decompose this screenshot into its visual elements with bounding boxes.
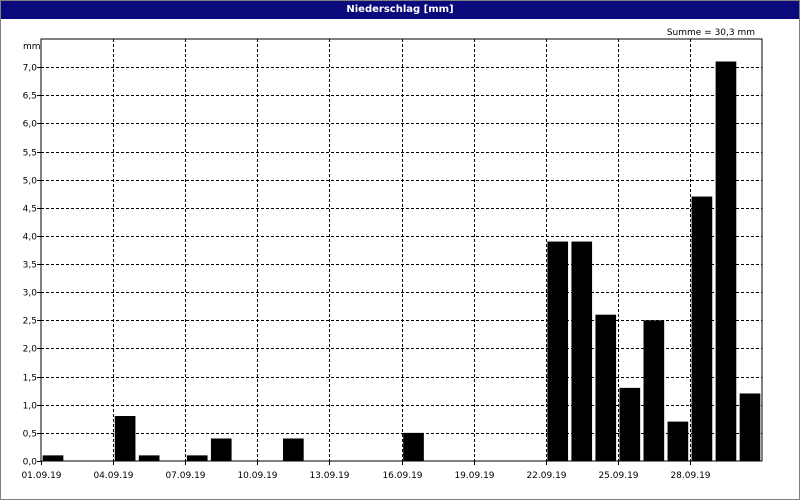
y-tick-label: 5,0: [23, 177, 38, 187]
y-tick-label: 0,5: [23, 430, 37, 440]
x-tick-label: 16.09.19: [382, 471, 422, 481]
bar: [715, 61, 737, 462]
bar: [619, 387, 641, 461]
x-tick-label: 25.09.19: [598, 471, 638, 481]
sum-annotation: Summe = 30,3 mm: [667, 28, 755, 38]
y-tick-label: 0,0: [23, 458, 38, 468]
y-tick-label: 2,0: [23, 345, 38, 355]
bar: [739, 393, 761, 461]
bar: [595, 314, 617, 461]
y-tick-label: 7,0: [23, 64, 38, 74]
y-tick-label: 3,0: [23, 289, 38, 299]
y-axis-label: mm: [23, 42, 41, 52]
x-tick-label: 13.09.19: [309, 471, 349, 481]
bar: [691, 196, 713, 461]
x-tick-label: 19.09.19: [454, 471, 494, 481]
bar: [643, 320, 665, 461]
y-tick-label: 4,0: [23, 233, 38, 243]
bar: [571, 241, 593, 461]
y-tick-label: 1,0: [23, 402, 38, 412]
y-tick-label: 3,5: [23, 261, 37, 271]
bar: [403, 432, 424, 461]
y-tick-label: 6,0: [23, 120, 38, 130]
bar: [138, 455, 160, 461]
bar: [210, 438, 232, 461]
y-tick-label: 1,5: [23, 374, 37, 384]
x-tick-label: 01.09.19: [21, 471, 61, 481]
bar-chart: 0,0 0,5 1,0 1,5 2,0 2,5 3,0 3,5 4,0 4,5 5,0 5,5 6,0 6…: [21, 28, 763, 481]
x-tick-label: 10.09.19: [237, 471, 277, 481]
chart-window: Niederschlag [mm] 0,0 0,5 1,0 1,5 2,0 2,5 3,0 3…: [0, 0, 800, 500]
bars: [42, 61, 761, 462]
y-tick-label: 4,5: [23, 205, 37, 215]
y-tick-label: 2,5: [23, 317, 37, 327]
bar: [42, 455, 64, 461]
bar: [114, 415, 136, 461]
x-tick-label: 07.09.19: [165, 471, 205, 481]
bar: [547, 241, 569, 461]
x-tick-label: 04.09.19: [93, 471, 133, 481]
bar: [283, 438, 304, 461]
bar: [667, 421, 689, 461]
x-tick-label: 28.09.19: [670, 471, 710, 481]
bar: [186, 455, 208, 461]
y-tick-label: 5,5: [23, 149, 37, 159]
y-tick-label: 6,5: [23, 92, 37, 102]
x-tick-label: 22.09.19: [526, 471, 566, 481]
